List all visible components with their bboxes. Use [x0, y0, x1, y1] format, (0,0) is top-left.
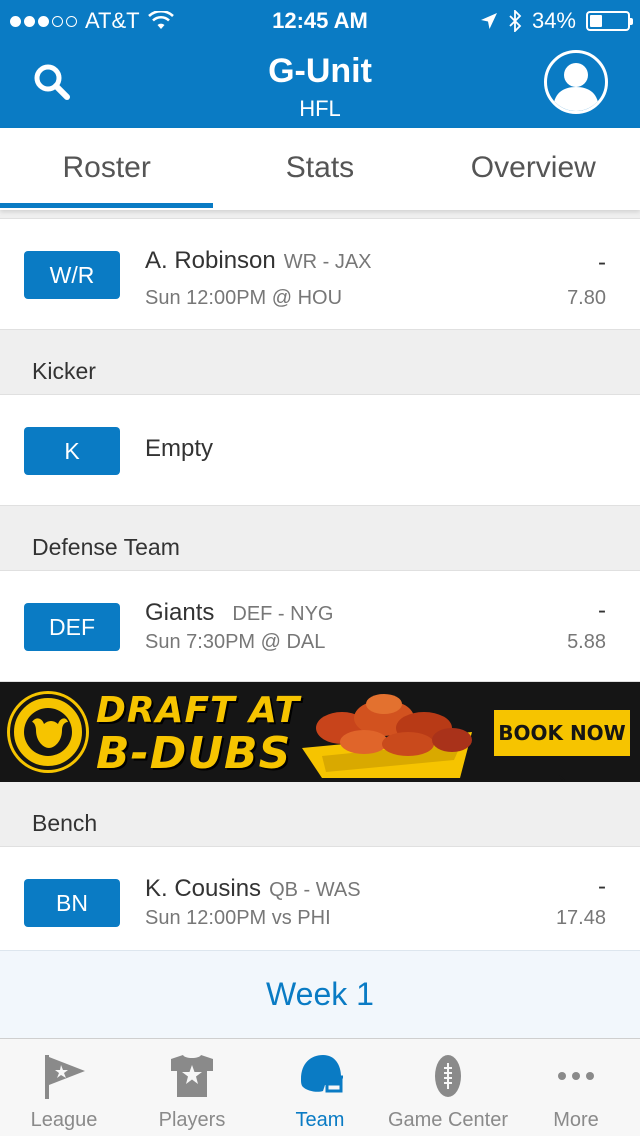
player-name-line: Giants DEF - NYG — [145, 599, 334, 627]
location-arrow-icon — [480, 13, 497, 29]
section-header-kicker: Kicker — [0, 330, 640, 394]
roster-row-wr[interactable]: W/R A. Robinson WR - JAX Sun 12:00PM @ HO… — [0, 218, 640, 330]
helmet-icon — [301, 1055, 343, 1093]
tab-bar: Roster Stats Overview — [0, 128, 640, 210]
player-projection: 7.80 — [567, 287, 606, 309]
ad-banner[interactable]: DRAFT AT B-DUBS BOOK NOW › — [0, 682, 640, 782]
player-game-info: Sun 12:00PM vs PHI — [145, 907, 331, 929]
player-name[interactable]: Giants — [145, 599, 214, 626]
roster-list[interactable]: W/R A. Robinson WR - JAX Sun 12:00PM @ HO… — [0, 212, 640, 1038]
nav-label-team: Team — [295, 1109, 345, 1131]
player-game-info: Sun 7:30PM @ DAL — [145, 631, 326, 653]
position-badge[interactable]: K — [24, 427, 120, 475]
football-icon — [435, 1055, 461, 1097]
user-icon — [553, 63, 599, 111]
player-name-line: A. Robinson WR - JAX — [145, 247, 372, 275]
ad-headline-1: DRAFT AT — [96, 690, 301, 731]
position-badge[interactable]: W/R — [24, 251, 120, 299]
wings-image — [302, 694, 472, 778]
player-game-info: Sun 12:00PM @ HOU — [145, 287, 343, 309]
buffalo-icon — [32, 718, 68, 748]
roster-row-kicker[interactable]: K Empty — [0, 394, 640, 506]
nav-item-league[interactable]: League — [0, 1039, 128, 1136]
nav-item-game-center[interactable]: Game Center — [384, 1039, 512, 1136]
player-position-team: QB - WAS — [269, 879, 361, 901]
buffalo-logo-icon — [10, 694, 86, 770]
battery-percent: 34% — [531, 8, 576, 33]
player-points: - — [598, 873, 606, 900]
flag-icon — [45, 1055, 85, 1099]
player-name[interactable]: A. Robinson — [145, 247, 276, 274]
player-name: Empty — [145, 435, 214, 462]
tab-stats[interactable]: Stats — [213, 128, 426, 210]
nav-label-league: League — [30, 1109, 98, 1131]
player-name[interactable]: K. Cousins — [145, 875, 261, 902]
nav-item-players[interactable]: Players — [128, 1039, 256, 1136]
section-header-bench: Bench — [0, 782, 640, 846]
battery-icon — [586, 11, 633, 31]
player-position-team: DEF - NYG — [232, 603, 334, 625]
status-bar: AT&T 12:45 AM 34% — [0, 0, 640, 40]
position-badge[interactable]: DEF — [24, 603, 120, 651]
bluetooth-icon — [509, 10, 522, 32]
tab-overview[interactable]: Overview — [427, 128, 640, 210]
roster-row-defense[interactable]: DEF Giants DEF - NYG Sun 7:30PM @ DAL - 5… — [0, 570, 640, 682]
week-selector[interactable]: Week 1 — [0, 950, 640, 1038]
app-header: G-Unit HFL — [0, 40, 640, 128]
nav-label-game-center: Game Center — [387, 1109, 509, 1131]
player-projection: 5.88 — [567, 631, 606, 653]
position-badge[interactable]: BN — [24, 879, 120, 927]
bottom-nav: League Players Team Game Center More — [0, 1038, 640, 1136]
book-now-button[interactable]: BOOK NOW › — [494, 710, 630, 782]
more-icon — [558, 1072, 594, 1080]
battery-fill — [590, 15, 602, 27]
league-name: HFL — [299, 96, 341, 121]
status-right: 34% — [480, 8, 633, 34]
player-position-team: WR - JAX — [283, 251, 372, 273]
nav-item-more[interactable]: More — [512, 1039, 640, 1136]
nav-item-team[interactable]: Team — [256, 1039, 384, 1136]
player-projection: 17.48 — [555, 907, 606, 929]
player-points: - — [598, 597, 606, 624]
ad-headline-2: B-DUBS — [96, 728, 292, 779]
profile-avatar-button[interactable] — [544, 50, 608, 114]
roster-row-bench[interactable]: BN K. Cousins QB - WAS Sun 12:00PM vs PHI… — [0, 846, 640, 958]
player-points: - — [598, 249, 606, 276]
tab-roster[interactable]: Roster — [0, 128, 214, 210]
nav-label-more: More — [553, 1109, 599, 1131]
section-header-defense: Defense Team — [0, 506, 640, 570]
player-name-line: K. Cousins QB - WAS — [145, 875, 361, 903]
jersey-icon — [171, 1055, 213, 1097]
nav-label-players: Players — [158, 1109, 226, 1131]
